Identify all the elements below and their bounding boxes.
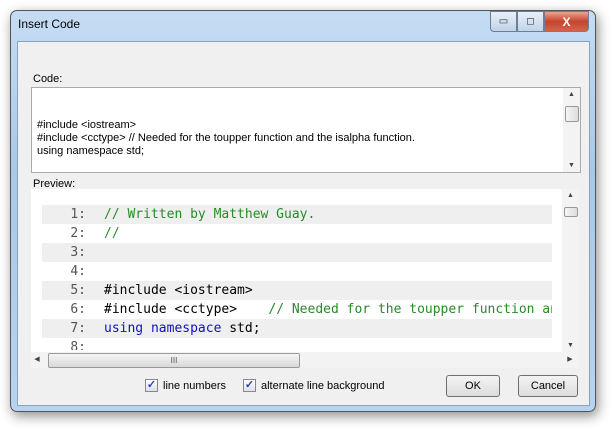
scroll-right-icon[interactable]: ▶ <box>563 355 577 363</box>
preview-line: 7: using namespace std; <box>42 319 552 338</box>
preview-line: 2: // <box>42 224 552 243</box>
code-token: // Written by Matthew Guay. <box>104 207 316 222</box>
line-number: 8: <box>70 340 86 350</box>
dialog-client: Code: #include <iostream> #include <cctyp… <box>17 41 590 406</box>
close-button[interactable]: X <box>544 11 589 32</box>
code-line: using namespace std; <box>37 145 145 157</box>
code-token: // Needed for the toupper function and t… <box>268 302 552 317</box>
checkbox-check-icon[interactable]: ✓ <box>145 379 158 392</box>
scroll-up-icon[interactable]: ▲ <box>563 91 580 98</box>
window-title: Insert Code <box>18 17 81 31</box>
preview-pane: ▲ ▼ 1: // Written by Matthew Guay. 2: // 3: 4… <box>31 189 579 352</box>
line-number: 1: <box>70 207 86 222</box>
preview-horizontal-scrollbar[interactable]: ◀ III ▶ <box>31 352 579 368</box>
alternate-line-background-label: alternate line background <box>261 379 385 392</box>
line-numbers-checkbox[interactable]: ✓ line numbers <box>145 379 226 392</box>
preview-line: 5: #include <iostream> <box>42 281 552 300</box>
line-number: 3: <box>70 245 86 260</box>
code-token: #include <cctype> <box>104 302 269 317</box>
preview-line: 6: #include <cctype> // Needed for the to… <box>42 300 552 319</box>
preview-line: 1: // Written by Matthew Guay. <box>42 205 552 224</box>
preview-vertical-scrollbar[interactable]: ▲ ▼ <box>562 189 579 352</box>
preview-line: 3: <box>42 243 552 262</box>
line-number: 6: <box>70 302 86 317</box>
preview-line: 4: <box>42 262 552 281</box>
code-token: using namespace <box>104 321 222 336</box>
insert-code-dialog: Insert Code ▭ ◻ X Code: #include <iostre… <box>10 10 596 412</box>
scroll-thumb[interactable] <box>564 207 578 217</box>
scroll-down-icon[interactable]: ▼ <box>562 342 579 349</box>
cancel-button[interactable]: Cancel <box>518 375 578 397</box>
maximize-button[interactable]: ◻ <box>517 11 544 32</box>
code-line: #include <iostream> <box>37 119 137 131</box>
scroll-down-icon[interactable]: ▼ <box>563 162 580 169</box>
line-numbers-label: line numbers <box>163 379 226 392</box>
code-text[interactable]: #include <iostream> #include <cctype> // … <box>37 119 415 158</box>
alternate-line-background-checkbox[interactable]: ✓ alternate line background <box>243 379 385 392</box>
scroll-up-icon[interactable]: ▲ <box>562 192 579 199</box>
code-textarea[interactable]: #include <iostream> #include <cctype> // … <box>31 87 581 173</box>
preview-line: 8: <box>42 338 552 350</box>
checkbox-check-icon[interactable]: ✓ <box>243 379 256 392</box>
scroll-left-icon[interactable]: ◀ <box>31 355 43 363</box>
code-token: std; <box>221 321 261 336</box>
code-line: #include <cctype> // Needed for the toup… <box>37 132 415 144</box>
line-number: 4: <box>70 264 86 279</box>
line-number: 7: <box>70 321 86 336</box>
code-vertical-scrollbar[interactable]: ▲ ▼ <box>563 88 580 172</box>
code-label: Code: <box>33 73 63 85</box>
scroll-thumb[interactable] <box>565 106 579 122</box>
minimize-button[interactable]: ▭ <box>490 11 517 32</box>
code-token: #include <iostream> <box>104 283 253 298</box>
ok-button[interactable]: OK <box>446 375 500 397</box>
code-token: // <box>104 226 120 241</box>
scroll-thumb[interactable]: III <box>48 353 300 368</box>
line-number: 5: <box>70 283 86 298</box>
line-number: 2: <box>70 226 86 241</box>
